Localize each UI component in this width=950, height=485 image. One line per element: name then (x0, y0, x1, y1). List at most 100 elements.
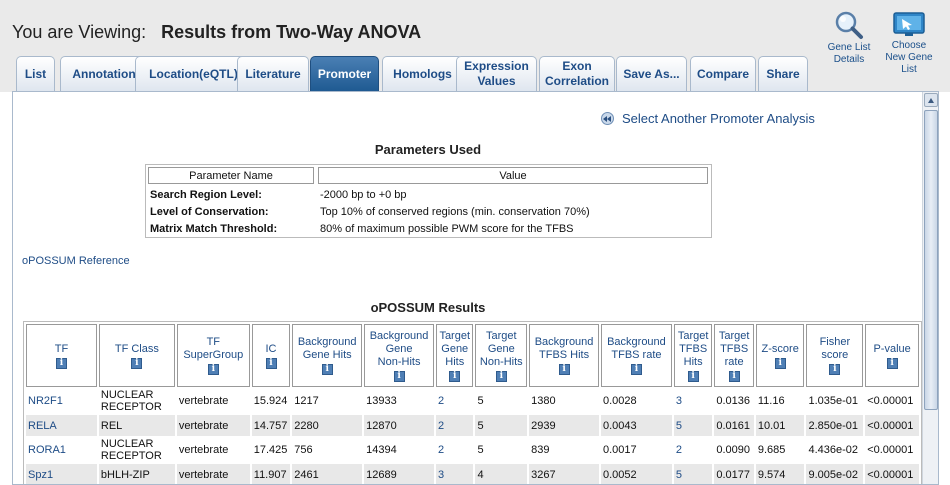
table-row: RORA1 NUCLEAR RECEPTOR vertebrate 17.425 756 1… (26, 438, 919, 462)
hits-link[interactable]: 2 (438, 395, 444, 407)
cell-tg-gene-nonhits: 5 (477, 444, 484, 456)
results-body: NR2F1 NUCLEAR RECEPTOR vertebrate 15.924 1217… (26, 389, 919, 484)
cell-zscore: 11.16 (757, 395, 785, 407)
vertical-scrollbar[interactable] (922, 92, 938, 484)
tf-link[interactable]: NR2F1 (28, 395, 63, 407)
parameter-value: -2000 bp to +0 bp (320, 188, 407, 201)
tab-share[interactable]: Share (758, 56, 808, 91)
column-header-line: Gene Hits (302, 349, 352, 361)
hits-link[interactable]: 3 (676, 395, 682, 407)
scroll-up-arrow-icon[interactable] (924, 93, 938, 107)
tab-label: Literature (245, 67, 300, 82)
tab-homologs[interactable]: Homologs (382, 56, 463, 91)
hits-link[interactable]: 5 (676, 420, 682, 432)
cell-tf-class: REL (98, 415, 175, 436)
column-header-line: Gene (487, 342, 515, 355)
info-icon[interactable]: i (829, 364, 841, 375)
info-icon[interactable]: i (774, 357, 786, 369)
tab-label-line: Location(eQTL) (149, 66, 238, 81)
hits-link[interactable]: 2 (438, 420, 444, 432)
column-header-line: Target (677, 329, 709, 342)
tab-label: Location(eQTL) (149, 67, 238, 82)
cell-tg-tfbs-rate: 0.0090 (716, 444, 751, 456)
column-header-line: TF Class (114, 342, 159, 355)
tab-label: Annotation (72, 67, 135, 82)
cell-bg-tfbs-hits: 2939 (529, 415, 599, 436)
cell-fisher: 4.436e-02 (808, 444, 859, 456)
results-column-header: Background Gene Non-Hits i (364, 324, 434, 387)
tab-location-eqtl[interactable]: Location(eQTL) (135, 56, 252, 91)
viewing-heading: You are Viewing: Results from Two-Way AN… (12, 22, 421, 43)
tab-promoter[interactable]: Promoter (310, 56, 379, 91)
parameters-header-row: Parameter Name Value (146, 165, 711, 186)
info-icon[interactable]: i (558, 364, 570, 375)
hits-link[interactable]: 5 (676, 469, 682, 481)
column-header-line: Gene (441, 342, 469, 355)
info-icon[interactable]: i (131, 357, 143, 369)
info-icon[interactable]: i (630, 364, 642, 375)
tf-link[interactable]: RELA (28, 420, 57, 432)
gene-list-details-button[interactable]: Gene List Details (822, 10, 876, 66)
info-icon[interactable]: i (55, 357, 67, 369)
cell-tg-tfbs-rate: 0.0161 (714, 415, 754, 436)
info-icon[interactable]: i (265, 357, 277, 369)
cell-tg-gene-hits: 2 (436, 389, 473, 413)
parameter-name: Level of Conservation: (150, 205, 269, 218)
hits-link[interactable]: 3 (438, 469, 444, 481)
results-column-header: Background Gene Hits i (292, 324, 363, 387)
column-header-line: Gene (385, 342, 413, 355)
hits-link[interactable]: 2 (676, 444, 682, 456)
tab-list[interactable]: List (16, 56, 55, 91)
column-header-line: TFBS Hits (539, 349, 590, 361)
column-header-line: Background (297, 336, 357, 348)
tab-label: List (25, 67, 46, 82)
choose-new-list-line2: New Gene (885, 52, 933, 63)
tf-link[interactable]: Spz1 (28, 469, 53, 481)
tf-class-line: NUCLEAR (100, 438, 154, 450)
tab-label-line: Share (766, 66, 800, 81)
info-icon[interactable]: i (886, 357, 898, 369)
column-header-line: P-value (873, 342, 911, 355)
column-header-line: Background (607, 336, 666, 348)
tab-literature[interactable]: Literature (237, 56, 309, 91)
column-header-line: Non-Hits (377, 355, 421, 368)
cell-fisher: 1.035e-01 (808, 395, 859, 407)
tab-save-as[interactable]: Save As... (616, 56, 687, 91)
info-icon[interactable]: i (321, 364, 333, 375)
info-icon[interactable]: i (728, 370, 740, 382)
select-another-promoter-link[interactable]: Select Another Promoter Analysis (601, 111, 815, 126)
cell-tg-gene-nonhits: 4 (475, 464, 528, 484)
hits-link[interactable]: 2 (438, 444, 444, 456)
tab-label-line: Annotation (72, 66, 136, 81)
results-column-header: Fisher score i (806, 324, 864, 387)
tf-class-line: RECEPTOR (100, 401, 162, 413)
results-column-header: P-value i (865, 324, 919, 387)
cell-bg-gene-nonhits: 13933 (366, 395, 397, 407)
column-header-line: SuperGroup (183, 349, 244, 361)
results-column-header: TF SuperGroup i (176, 324, 250, 387)
info-icon[interactable]: i (495, 370, 507, 382)
magnifier-icon (835, 11, 863, 39)
scrollbar-thumb[interactable] (924, 110, 938, 410)
tf-link[interactable]: RORA1 (28, 444, 66, 456)
tab-exon-correlation[interactable]: Exon Correlation (539, 56, 615, 91)
info-icon[interactable]: i (207, 364, 219, 375)
opossum-reference-link[interactable]: oPOSSUM Reference (22, 255, 130, 267)
tab-compare[interactable]: Compare (690, 56, 756, 91)
cell-zscore: 9.685 (757, 444, 786, 456)
parameter-row: Matrix Match Threshold: 80% of maximum po… (146, 220, 711, 237)
cell-bg-tfbs-rate: 0.0017 (603, 444, 637, 456)
cell-supergroup: vertebrate (176, 415, 250, 436)
column-header-line: Target (439, 329, 471, 342)
choose-new-gene-list-button[interactable]: Choose New Gene List (880, 12, 938, 76)
tab-label-line: Literature (245, 66, 301, 81)
info-icon[interactable]: i (449, 370, 461, 382)
info-icon[interactable]: i (687, 370, 699, 382)
cell-supergroup: vertebrate (178, 395, 229, 407)
tab-label-line: Correlation (544, 74, 609, 88)
parameter-row: Level of Conservation: Top 10% of conserv… (146, 203, 711, 220)
tab-expression-values[interactable]: Expression Values (456, 56, 537, 91)
results-column-header: Background TFBS Hits i (529, 324, 599, 387)
info-icon[interactable]: i (393, 370, 405, 382)
results-column-header: Target Gene Non-Hits i (475, 324, 528, 387)
